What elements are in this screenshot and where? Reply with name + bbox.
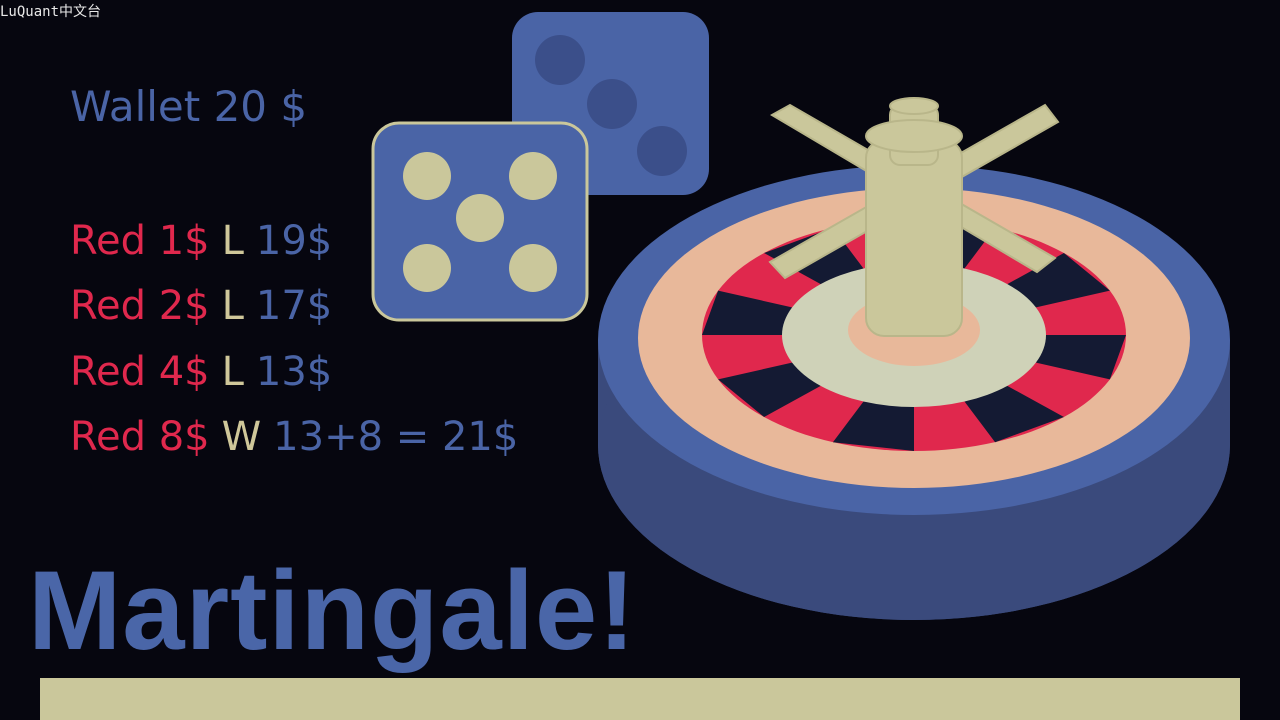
slide-title: Martingale!: [28, 548, 637, 673]
dice-five-icon: [371, 121, 589, 322]
footer-bar: [40, 678, 1240, 720]
slide: LuQuant中文台 Wallet 20 $ Red 1$ L 19$ Red 2$…: [0, 0, 1280, 720]
